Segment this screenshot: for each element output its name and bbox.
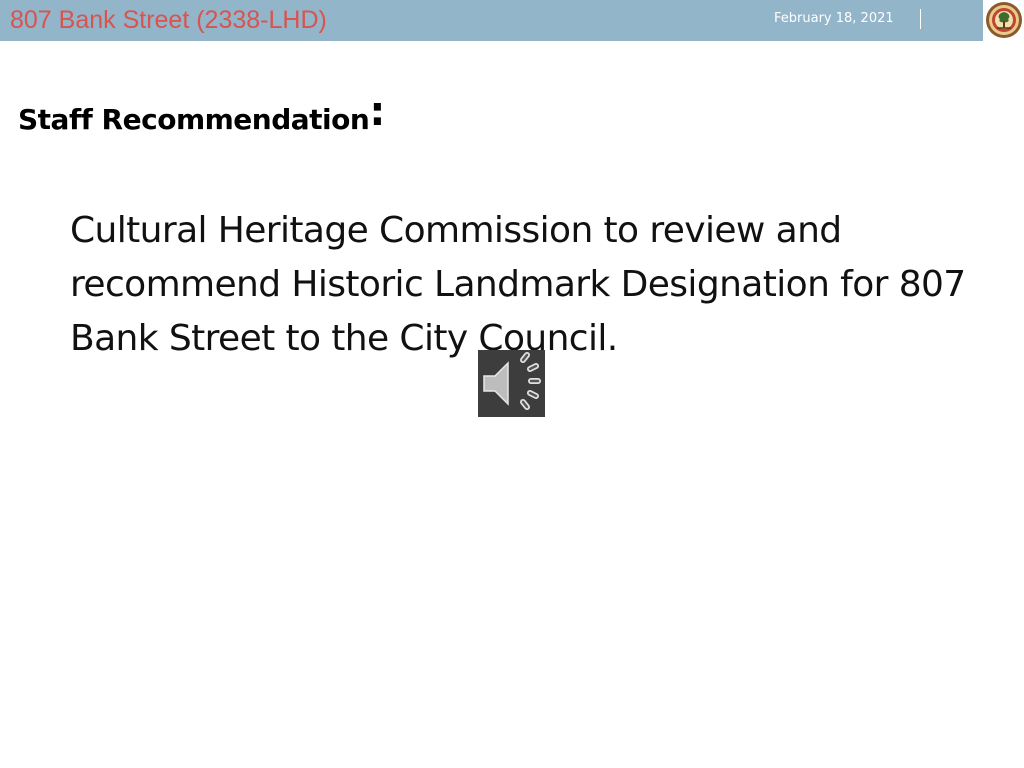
slide: 807 Bank Street (2338-LHD) February 18, …	[0, 0, 1024, 768]
slide-heading: Staff Recommendation:	[18, 88, 385, 137]
heading-text: Staff Recommendation	[18, 103, 370, 136]
city-seal-icon	[984, 0, 1024, 41]
heading-colon: :	[369, 89, 386, 135]
header-bar: 807 Bank Street (2338-LHD) February 18, …	[0, 0, 983, 41]
slide-header-title: 807 Bank Street (2338-LHD)	[10, 6, 327, 34]
slide-date: February 18, 2021	[774, 11, 894, 26]
speaker-icon[interactable]	[478, 350, 545, 417]
recommendation-text: Cultural Heritage Commission to review a…	[70, 210, 966, 359]
header-divider	[920, 9, 921, 29]
